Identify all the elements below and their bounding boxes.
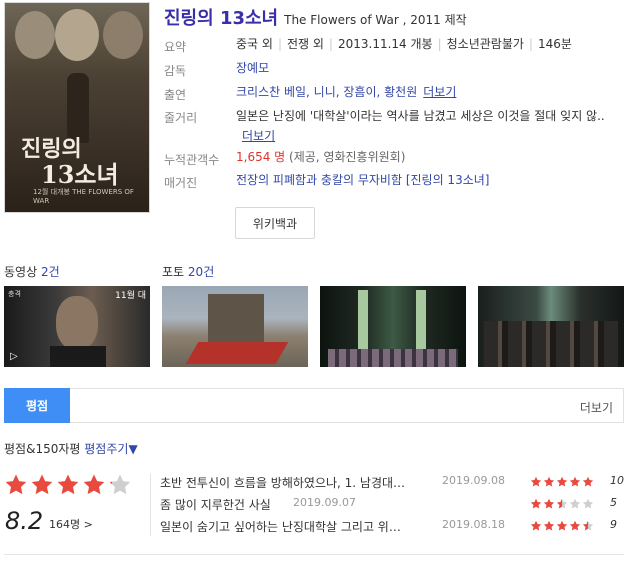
plot-more-link[interactable]: 더보기 xyxy=(242,129,275,143)
review-text[interactable]: 일본이 숨기고 싶어하는 난징대학살 그리고 위… xyxy=(160,518,401,535)
rate-button[interactable]: 평점주기▼ xyxy=(84,442,137,456)
video-label: 동영상 xyxy=(4,265,38,279)
review-stars xyxy=(530,520,595,535)
magazine-link[interactable]: 전장의 피폐함과 충칼의 무자비함 [진링의 13소녀] xyxy=(236,173,489,187)
summary-country: 중국 외 xyxy=(236,37,273,51)
star-icon xyxy=(556,498,568,509)
movie-title-en: The Flowers of War , 2011 제작 xyxy=(284,13,467,27)
divider xyxy=(4,554,624,555)
review-score: 10 xyxy=(610,474,624,487)
star-icon xyxy=(543,498,555,509)
plot-label: 줄거리 xyxy=(164,111,198,125)
photo-count: 20건 xyxy=(187,265,215,279)
audience-source: (제공, 영화진흥위원회) xyxy=(289,150,406,164)
video-thumbnail[interactable]: 11월 대 충격 ▷ xyxy=(4,286,150,367)
divider xyxy=(150,474,151,536)
video-count: 2건 xyxy=(40,265,60,279)
review-row: 초반 전투신이 흐름을 방해하였으나, 1. 남경대… 2019.09.08 1… xyxy=(160,474,624,494)
star-icon xyxy=(530,498,542,509)
star-icon xyxy=(543,520,555,531)
photo-window xyxy=(358,290,368,354)
audience-count: 1,654 명 xyxy=(236,150,286,164)
cast-links[interactable]: 크리스찬 베일, 니니, 장흠이, 황천원 xyxy=(236,85,417,99)
wikipedia-button[interactable]: 위키백과 xyxy=(235,207,315,239)
summary-label: 요약 xyxy=(164,40,187,54)
movie-poster[interactable]: 진링의 13소녀 12월 대개봉 THE FLOWERS OF WAR xyxy=(4,2,150,213)
audience-label: 누적관객수 xyxy=(164,153,220,167)
photo-thumbnail-2[interactable] xyxy=(320,286,466,367)
rate-button-label: 평점주기 xyxy=(84,442,129,456)
review-stars xyxy=(530,498,595,513)
photo-thumbnail-3[interactable] xyxy=(478,286,624,367)
review-date: 2019.09.07 xyxy=(293,496,356,509)
star-icon xyxy=(582,520,594,531)
summary-value: 중국 외 | 전쟁 외 | 2013.11.14 개봉 | 청소년관람불가 | 146분 xyxy=(236,37,572,51)
poster-face xyxy=(55,9,99,61)
tab-rating[interactable]: 평점 xyxy=(4,388,70,423)
review-text[interactable]: 좀 많이 지루한건 사실 xyxy=(160,496,271,513)
photo-girls xyxy=(328,349,458,367)
director-link[interactable]: 장예모 xyxy=(236,61,269,75)
star-icon xyxy=(569,476,581,487)
review-score: 9 xyxy=(610,518,617,531)
photo-label: 포토 xyxy=(162,265,185,279)
star-icon xyxy=(543,476,555,487)
review-score: 5 xyxy=(610,496,617,509)
poster-title-line2: 13소녀 xyxy=(41,160,119,189)
rating-tab-bar: 평점 더보기 xyxy=(4,388,624,423)
plot-text: 일본은 난징에 '대학살'이라는 역사를 남겼고 세상은 이것을 절대 잊지 않… xyxy=(236,109,605,123)
poster-subtitle: 12월 대개봉 THE FLOWERS OF WAR xyxy=(33,188,134,205)
triangle-down-icon: ▼ xyxy=(128,442,138,456)
star-icon xyxy=(5,474,27,495)
summary-genre: 전쟁 외 xyxy=(286,37,324,51)
poster-face xyxy=(15,11,55,59)
star-icon xyxy=(582,476,594,487)
rating-header: 평점&150자평 평점주기▼ xyxy=(4,440,138,457)
photo-people xyxy=(484,321,618,367)
star-icon xyxy=(31,474,53,495)
review-stars xyxy=(530,476,595,491)
star-icon xyxy=(556,520,568,531)
summary-release: 2013.11.14 개봉 xyxy=(337,37,433,51)
play-icon[interactable]: ▷ xyxy=(10,351,18,362)
review-text[interactable]: 초반 전투신이 흐름을 방해하였으나, 1. 남경대… xyxy=(160,474,405,491)
video-thumb-collar xyxy=(50,346,106,367)
cast-more-link[interactable]: 더보기 xyxy=(423,85,456,99)
rating-header-label: 평점&150자평 xyxy=(4,442,81,456)
movie-title-row: 진링의 13소녀 The Flowers of War , 2011 제작 xyxy=(164,4,467,30)
star-icon xyxy=(83,474,105,495)
star-icon xyxy=(109,474,131,495)
average-star-rating xyxy=(4,473,134,500)
photo-red-cross xyxy=(185,342,289,364)
cast-label: 출연 xyxy=(164,88,187,102)
star-icon xyxy=(556,476,568,487)
tab-more-link[interactable]: 더보기 xyxy=(580,399,613,416)
summary-runtime: 146분 xyxy=(537,37,572,51)
star-icon xyxy=(57,474,79,495)
review-date: 2019.08.18 xyxy=(442,518,505,531)
magazine-label: 매거진 xyxy=(164,176,198,190)
photo-window xyxy=(416,290,426,354)
review-date: 2019.09.08 xyxy=(442,474,505,487)
star-icon xyxy=(569,498,581,509)
review-row: 일본이 숨기고 싶어하는 난징대학살 그리고 위… 2019.08.18 9 xyxy=(160,518,620,538)
poster-face xyxy=(103,11,143,59)
movie-title[interactable]: 진링의 13소녀 xyxy=(164,8,278,29)
star-icon xyxy=(582,498,594,509)
video-section-label[interactable]: 동영상 2건 xyxy=(4,263,60,280)
photo-church xyxy=(208,294,264,342)
video-thumb-face xyxy=(56,296,98,350)
video-overlay-text: 11월 대 xyxy=(115,291,146,301)
summary-rating: 청소년관람불가 xyxy=(446,37,524,51)
review-row: 좀 많이 지루한건 사실 2019.09.07 5 xyxy=(160,496,620,516)
video-tag: 충격 xyxy=(8,290,21,298)
rating-count-link[interactable]: 164명 > xyxy=(49,516,93,532)
average-score: 8.2 xyxy=(5,507,44,535)
star-icon xyxy=(530,476,542,487)
star-icon xyxy=(530,520,542,531)
photo-section-label[interactable]: 포토 20건 xyxy=(162,263,214,280)
director-label: 감독 xyxy=(164,64,187,78)
star-icon xyxy=(569,520,581,531)
photo-thumbnail-1[interactable] xyxy=(162,286,308,367)
